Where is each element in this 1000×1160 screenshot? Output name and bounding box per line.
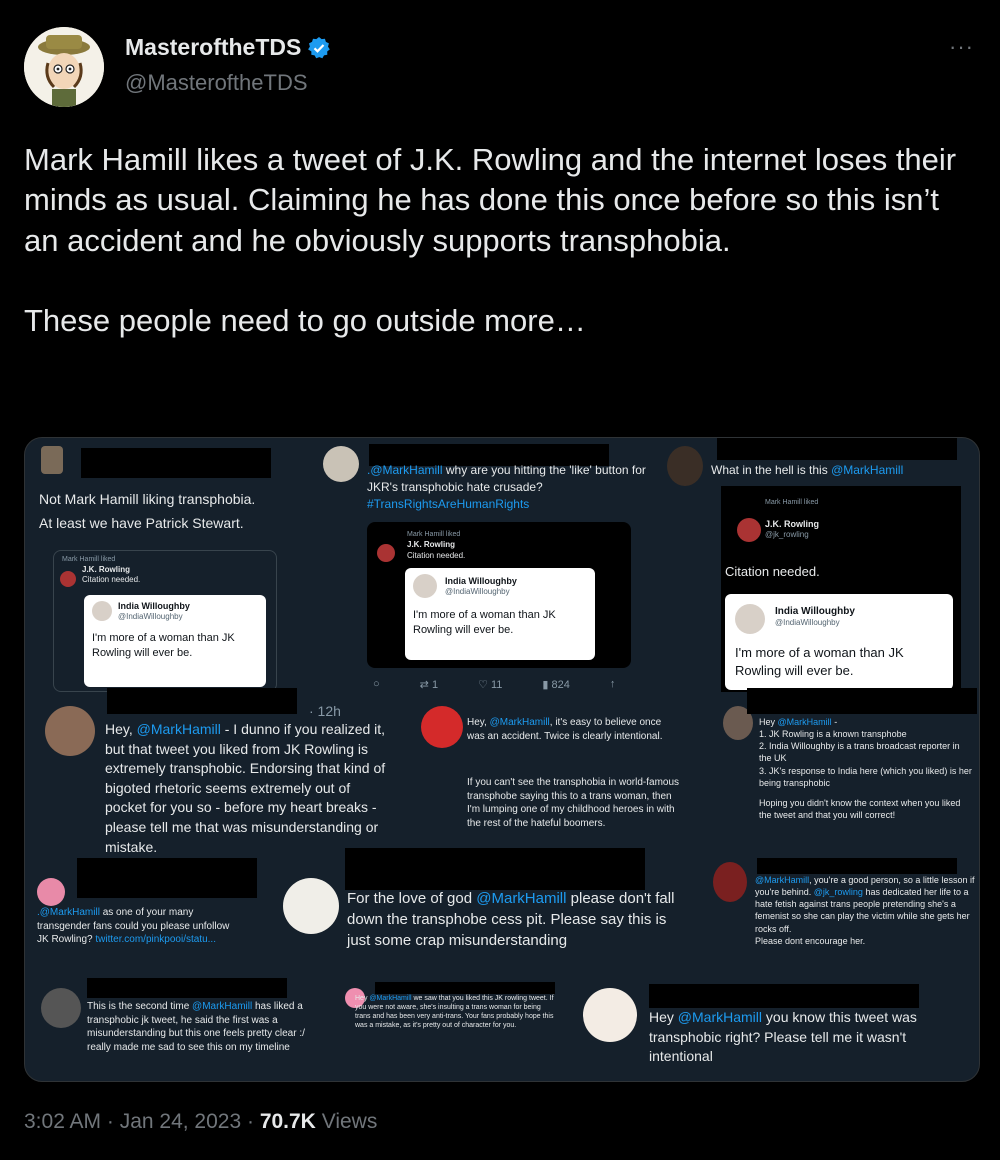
card-text: @MarkHamill, you're a good person, so a … bbox=[755, 875, 975, 946]
screenshot-card-12: Hey @MarkHamill you know this tweet was … bbox=[565, 978, 979, 1081]
liked-label: Mark Hamill liked bbox=[407, 531, 461, 538]
liked-label: Mark Hamill liked bbox=[62, 556, 116, 563]
redaction-bar bbox=[107, 688, 297, 714]
embedded-tweet: Mark Hamill liked J.K. Rowling Citation … bbox=[53, 550, 277, 692]
views-label: Views bbox=[315, 1110, 378, 1133]
retweet-icon[interactable]: ⇄ 1 bbox=[420, 678, 438, 691]
redaction-bar bbox=[747, 688, 977, 714]
avatar-illustration bbox=[24, 27, 104, 107]
quote-text: I'm more of a woman than JK Rowling will… bbox=[413, 609, 556, 637]
tweet-text: Mark Hamill likes a tweet of J.K. Rowlin… bbox=[24, 142, 957, 339]
jk-name: J.K. Rowling bbox=[407, 540, 455, 549]
avatar bbox=[92, 601, 112, 621]
avatar bbox=[583, 988, 637, 1042]
citation-text: Citation needed. bbox=[407, 551, 466, 560]
screenshot-card-8: For the love of god @MarkHamill please d… bbox=[275, 848, 705, 978]
india-handle: @IndiaWilloughby bbox=[775, 618, 840, 627]
avatar bbox=[41, 446, 63, 474]
screenshot-card-10: This is the second time @MarkHamill has … bbox=[25, 978, 325, 1081]
screenshot-card-5: Hey, @MarkHamill, it's easy to believe o… bbox=[405, 696, 685, 856]
avatar bbox=[41, 988, 81, 1028]
card-text: This is the second time @MarkHamill has … bbox=[87, 1001, 305, 1053]
analytics-icon[interactable]: ▮ 824 bbox=[542, 678, 569, 691]
avatar bbox=[713, 862, 747, 902]
screenshot-card-11: Hey @MarkHamill we saw that you liked th… bbox=[325, 982, 565, 1081]
india-name: India Willoughby bbox=[118, 601, 190, 611]
tweet-meta: 3:02 AM · Jan 24, 2023 · 70.7K Views bbox=[24, 1110, 377, 1134]
card-text: Hey @MarkHamill we saw that you liked th… bbox=[355, 995, 554, 1030]
quoted-tweet: India Willoughby @IndiaWilloughby I'm mo… bbox=[84, 595, 266, 687]
card-text: Hey, @MarkHamill, it's easy to believe o… bbox=[467, 717, 663, 742]
redaction-bar bbox=[345, 848, 645, 890]
india-handle: @IndiaWilloughby bbox=[445, 587, 510, 596]
card-text: .@MarkHamill as one of your many transge… bbox=[37, 907, 230, 945]
like-icon[interactable]: ♡ 11 bbox=[478, 678, 502, 691]
card-text: What in the hell is this @MarkHamill bbox=[711, 463, 904, 477]
author-name-row: MasteroftheTDS bbox=[125, 34, 331, 61]
card-text: For the love of god @MarkHamill please d… bbox=[347, 890, 675, 949]
screenshot-card-7: .@MarkHamill as one of your many transge… bbox=[25, 858, 275, 978]
redaction-bar bbox=[717, 438, 957, 460]
redaction-bar bbox=[87, 978, 287, 998]
quoted-tweet: India Willoughby @IndiaWilloughby I'm mo… bbox=[725, 594, 953, 690]
share-icon[interactable]: ↑ bbox=[610, 678, 616, 691]
india-name: India Willoughby bbox=[775, 606, 855, 617]
verified-badge-icon bbox=[308, 36, 331, 58]
redaction-bar bbox=[649, 984, 919, 1008]
quoted-tweet: India Willoughby @IndiaWilloughby I'm mo… bbox=[405, 568, 595, 660]
citation-text: Citation needed. bbox=[82, 575, 141, 584]
avatar bbox=[413, 574, 437, 598]
author-name[interactable]: MasteroftheTDS bbox=[125, 34, 301, 61]
avatar bbox=[667, 446, 703, 486]
avatar bbox=[737, 518, 761, 542]
citation-text: Citation needed. bbox=[725, 564, 820, 579]
india-name: India Willoughby bbox=[445, 576, 517, 586]
embedded-tweet: Mark Hamill liked J.K. Rowling @jk_rowli… bbox=[721, 486, 961, 692]
screenshot-card-6: Hey @MarkHamill - 1. JK Rowling is a kno… bbox=[717, 688, 979, 858]
liked-label: Mark Hamill liked bbox=[765, 499, 819, 506]
timestamp: · 12h bbox=[309, 703, 341, 719]
embedded-tweet: Mark Hamill liked J.K. Rowling Citation … bbox=[367, 522, 631, 668]
card-text: If you can't see the transphobia in worl… bbox=[467, 777, 680, 829]
redaction-bar bbox=[77, 858, 257, 898]
redaction-bar bbox=[757, 858, 957, 874]
view-count[interactable]: 70.7K bbox=[260, 1110, 316, 1133]
jk-handle: @jk_rowling bbox=[765, 530, 809, 539]
avatar bbox=[323, 446, 359, 482]
action-bar: ○ ⇄ 1 ♡ 11 ▮ 824 ↑ bbox=[373, 678, 615, 691]
screenshot-card-2: .@MarkHamill why are you hitting the 'li… bbox=[315, 438, 655, 698]
redaction-bar bbox=[81, 448, 271, 478]
jk-name: J.K. Rowling bbox=[765, 519, 819, 529]
card-text: Not Mark Hamill liking transphobia. bbox=[39, 491, 256, 507]
redaction-bar bbox=[375, 982, 555, 994]
screenshot-card-1: Not Mark Hamill liking transphobia. At l… bbox=[25, 438, 315, 692]
screenshot-card-3: What in the hell is this @MarkHamill Mar… bbox=[661, 438, 979, 698]
avatar bbox=[283, 878, 339, 934]
avatar bbox=[377, 544, 395, 562]
avatar bbox=[60, 571, 76, 587]
timestamp[interactable]: 3:02 AM · Jan 24, 2023 · bbox=[24, 1110, 260, 1133]
india-handle: @IndiaWilloughby bbox=[118, 612, 183, 621]
author-avatar[interactable] bbox=[24, 27, 104, 107]
avatar bbox=[37, 878, 65, 906]
quote-text: I'm more of a woman than JK Rowling will… bbox=[92, 632, 235, 660]
card-text: Hey, @MarkHamill - I dunno if you realiz… bbox=[105, 721, 386, 855]
card-text: Hey @MarkHamill - 1. JK Rowling is a kno… bbox=[759, 717, 972, 820]
card-text: At least we have Patrick Stewart. bbox=[39, 515, 244, 531]
card-text: .@MarkHamill why are you hitting the 'li… bbox=[367, 463, 646, 511]
screenshot-card-4: · 12h Hey, @MarkHamill - I dunno if you … bbox=[25, 688, 405, 858]
quote-text: I'm more of a woman than JK Rowling will… bbox=[735, 645, 904, 679]
card-text: Hey @MarkHamill you know this tweet was … bbox=[649, 1009, 917, 1065]
author-handle[interactable]: @MasteroftheTDS bbox=[125, 70, 308, 96]
tweet-media-image[interactable]: Not Mark Hamill liking transphobia. At l… bbox=[24, 437, 980, 1082]
avatar bbox=[421, 706, 463, 748]
avatar bbox=[735, 604, 765, 634]
avatar bbox=[45, 706, 95, 756]
screenshot-card-9: @MarkHamill, you're a good person, so a … bbox=[711, 858, 979, 978]
more-icon[interactable]: ··· bbox=[949, 34, 974, 60]
